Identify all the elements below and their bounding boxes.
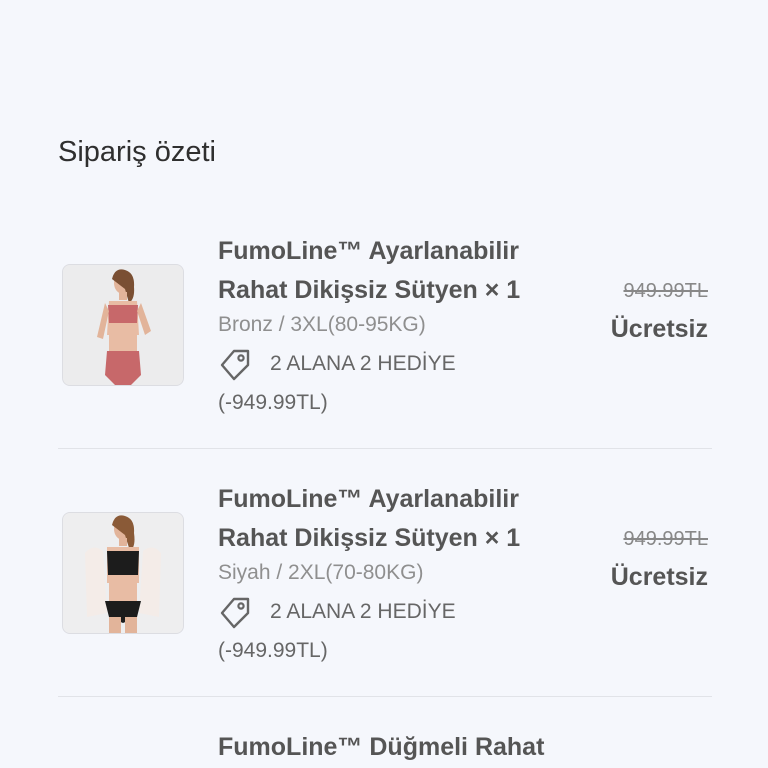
original-price: 949.99TL bbox=[623, 280, 708, 302]
promo-label: 2 ALANA 2 HEDİYE bbox=[270, 600, 456, 623]
order-summary-title: Sipariş özeti bbox=[58, 136, 216, 168]
discount-amount: (-949.99TL) bbox=[218, 391, 328, 414]
product-name: FumoLine™ Düğmeli Rahat bbox=[218, 733, 545, 761]
promo-row: 2 ALANA 2 HEDİYE bbox=[218, 595, 558, 629]
product-image bbox=[62, 264, 184, 386]
promo-label: 2 ALANA 2 HEDİYE bbox=[270, 352, 456, 375]
product-image bbox=[62, 512, 184, 634]
tag-icon bbox=[220, 597, 250, 629]
promo-row: 2 ALANA 2 HEDİYE bbox=[218, 347, 558, 381]
tag-icon bbox=[220, 349, 250, 381]
product-variant: Bronz / 3XL(80-95KG) bbox=[218, 313, 426, 336]
order-item: FumoLine™ Düğmeli Rahat bbox=[58, 728, 712, 768]
order-item: FumoLine™ Ayarlanabilir Rahat Dikişsiz S… bbox=[58, 480, 712, 670]
price-column: 949.99TL Ücretsiz bbox=[611, 525, 708, 592]
original-price: 949.99TL bbox=[623, 528, 708, 550]
product-variant: Siyah / 2XL(70-80KG) bbox=[218, 561, 424, 584]
order-item: FumoLine™ Ayarlanabilir Rahat Dikişsiz S… bbox=[58, 232, 712, 422]
final-price: Ücretsiz bbox=[610, 563, 708, 591]
product-name: FumoLine™ Ayarlanabilir Rahat Dikişsiz S… bbox=[218, 237, 521, 304]
discount-amount: (-949.99TL) bbox=[218, 639, 328, 662]
product-name: FumoLine™ Ayarlanabilir Rahat Dikişsiz S… bbox=[218, 485, 521, 552]
item-divider bbox=[58, 448, 712, 449]
final-price: Ücretsiz bbox=[610, 315, 708, 343]
item-divider bbox=[58, 696, 712, 697]
price-column: 949.99TL Ücretsiz bbox=[611, 277, 708, 344]
